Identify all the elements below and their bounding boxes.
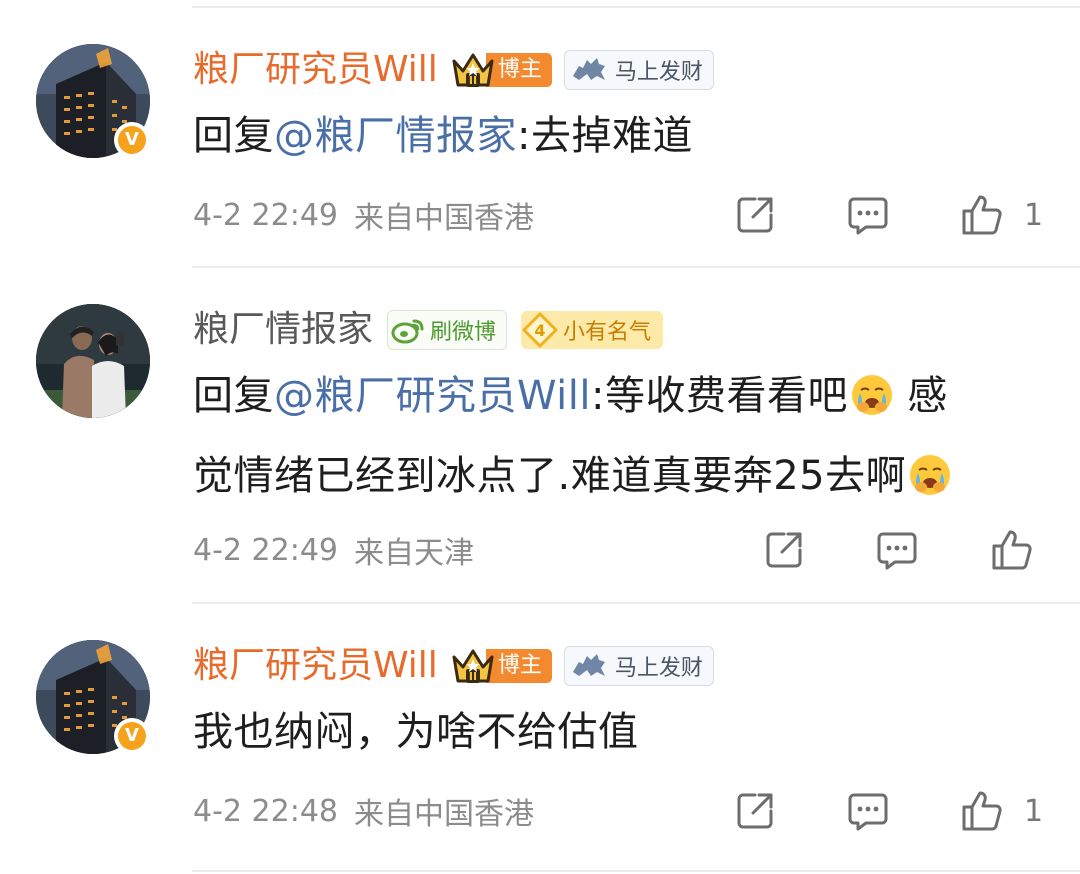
name-row: 粮厂研究员Will II 博主 马上发财 xyxy=(193,642,714,690)
comment-icon xyxy=(848,197,888,235)
mention-link[interactable]: @粮厂情报家 xyxy=(274,113,517,159)
location-source: 来自中国香港 xyxy=(354,201,534,236)
level-badge[interactable]: 4 小有名气 xyxy=(521,311,664,349)
comment-button[interactable] xyxy=(875,525,919,575)
comment-body: :去掉难道 xyxy=(517,113,693,159)
svg-text:II: II xyxy=(469,74,477,87)
like-count: 1 xyxy=(1024,793,1044,829)
reply-prefix: 回复 xyxy=(193,373,274,419)
horse-icon xyxy=(572,58,605,80)
horse-icon xyxy=(572,654,605,676)
username[interactable]: 粮厂研究员Will xyxy=(193,46,438,94)
share-icon xyxy=(737,793,773,829)
meta-row: 4-2 22:49 来自天津 xyxy=(193,530,474,572)
location-source: 来自天津 xyxy=(354,536,474,571)
reply-prefix: 回复 xyxy=(193,113,274,159)
tag-label: 马上发财 xyxy=(614,60,703,85)
thumbs-up-icon xyxy=(962,195,1002,235)
like-button[interactable]: 1 xyxy=(960,786,1043,836)
name-row: 粮厂情报家 刷微博 4 小有名气 xyxy=(193,306,664,354)
like-button[interactable]: 1 xyxy=(960,190,1043,240)
verified-v-icon: V xyxy=(114,718,150,754)
tag-badge[interactable]: 马上发财 xyxy=(563,50,714,90)
verified-v-icon: V xyxy=(114,122,150,158)
username[interactable]: 粮厂研究员Will xyxy=(193,642,438,690)
divider xyxy=(192,870,1080,872)
crown-icon: II xyxy=(452,649,494,683)
mention-link[interactable]: @粮厂研究员Will xyxy=(274,373,591,419)
comment-body-cont: 感 xyxy=(894,373,948,419)
blogger-badge[interactable]: II 博主 xyxy=(450,50,552,90)
timestamp: 4-2 22:48 xyxy=(193,793,338,829)
name-row: 粮厂研究员Will II 博主 马上发财 xyxy=(193,46,714,94)
divider xyxy=(192,602,1080,604)
tag-badge[interactable]: 马上发财 xyxy=(563,646,714,686)
username[interactable]: 粮厂情报家 xyxy=(193,306,373,354)
comment-text: 回复@粮厂情报家:去掉难道 xyxy=(193,96,1053,176)
meta-row: 4-2 22:49 来自中国香港 xyxy=(193,195,534,237)
weibo-badge[interactable]: 刷微博 xyxy=(387,310,508,350)
blogger-badge[interactable]: II 博主 xyxy=(450,646,552,686)
meta-row: 4-2 22:48 来自中国香港 xyxy=(193,791,534,833)
tag-label: 马上发财 xyxy=(614,656,703,681)
comment-icon xyxy=(848,793,888,831)
comment-body-line2: 觉情绪已经到冰点了.难道真要奔25去啊 xyxy=(193,453,907,499)
share-button[interactable] xyxy=(762,525,806,575)
comment-button[interactable] xyxy=(846,190,890,240)
comment-icon xyxy=(877,532,917,570)
comment-body: 我也纳闷，为啥不给估值 xyxy=(193,709,639,755)
comment-button[interactable] xyxy=(846,786,890,836)
thumbs-up-icon xyxy=(992,530,1032,570)
weibo-badge-label: 刷微博 xyxy=(430,320,497,345)
timestamp: 4-2 22:49 xyxy=(193,197,338,233)
level-label: 小有名气 xyxy=(563,320,652,345)
share-button[interactable] xyxy=(733,190,777,240)
comment-text: 我也纳闷，为啥不给估值 xyxy=(193,692,1053,772)
divider xyxy=(192,266,1080,268)
top-divider xyxy=(192,6,1080,8)
svg-text:II: II xyxy=(469,670,477,683)
like-button[interactable] xyxy=(990,525,1034,575)
thumbs-up-icon xyxy=(962,791,1002,831)
comment-text: 回复@粮厂研究员Will:等收费看看吧 感觉情绪已经到冰点了.难道真要奔25去啊 xyxy=(193,356,1053,516)
share-icon xyxy=(766,532,802,568)
crying-emoji-icon xyxy=(852,375,892,415)
share-button[interactable] xyxy=(733,786,777,836)
crying-emoji-icon xyxy=(910,455,951,495)
crown-icon: II xyxy=(452,53,494,87)
location-source: 来自中国香港 xyxy=(354,797,534,832)
like-count: 1 xyxy=(1024,197,1044,233)
avatar[interactable] xyxy=(36,304,150,418)
share-icon xyxy=(737,197,773,233)
timestamp: 4-2 22:49 xyxy=(193,532,338,568)
comment-body: :等收费看看吧 xyxy=(591,373,848,419)
level-diamond-icon: 4 xyxy=(522,312,558,348)
weibo-icon xyxy=(391,319,424,344)
level-number: 4 xyxy=(534,321,545,340)
